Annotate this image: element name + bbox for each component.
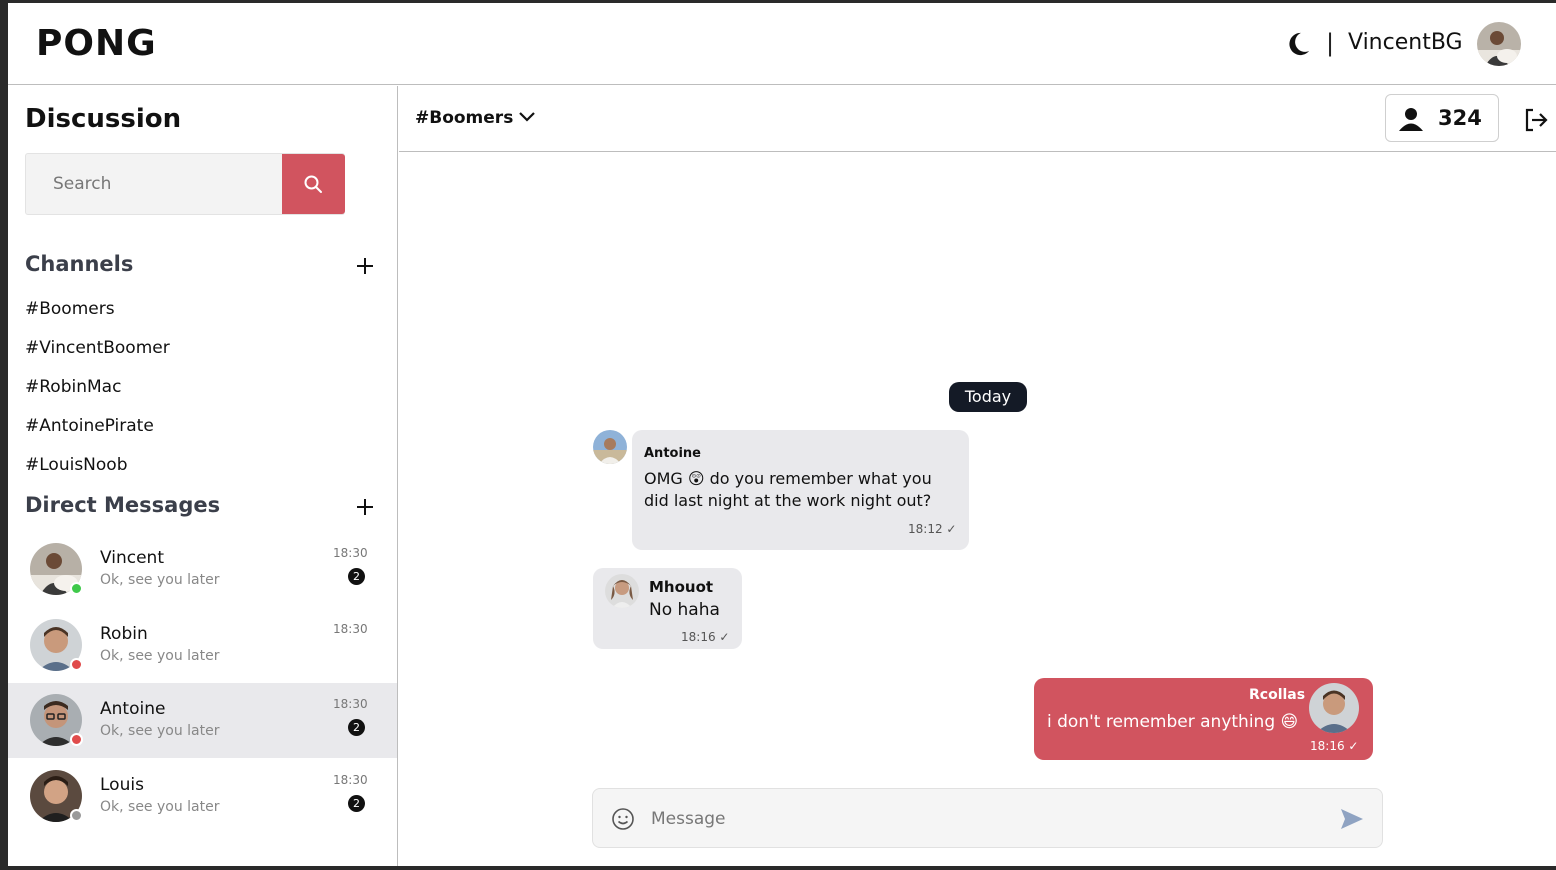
channel-boomers[interactable]: #Boomers	[25, 299, 115, 319]
current-channel-name[interactable]: #Boomers	[415, 108, 513, 128]
message-text-line: No haha	[649, 600, 720, 620]
channel-vincentboomer[interactable]: #VincentBoomer	[25, 338, 170, 358]
app-window: PONG | VincentBG Discussion Search Chann…	[8, 3, 1556, 866]
message-time: 18:16 ✓	[681, 630, 730, 644]
dm-time: 18:30	[333, 622, 368, 636]
status-busy-indicator	[70, 733, 83, 746]
dm-item-robin[interactable]: Robin Ok, see you later 18:30	[8, 608, 397, 683]
status-busy-indicator	[70, 658, 83, 671]
send-icon[interactable]	[1339, 807, 1365, 831]
dm-time: 18:30	[333, 773, 368, 787]
direct-messages-title: Direct Messages	[25, 493, 221, 517]
search-input[interactable]	[26, 154, 280, 214]
channel-louisnoob[interactable]: #LouisNoob	[25, 455, 127, 475]
message-composer	[592, 788, 1383, 848]
dm-time: 18:30	[333, 546, 368, 560]
message-text-line: did last night at the work night out?	[644, 491, 932, 510]
unread-badge: 2	[348, 719, 365, 736]
emoji-icon[interactable]	[611, 807, 635, 831]
channels-title: Channels	[25, 252, 134, 276]
message-bubble-own[interactable]: Rcollas i don't remember anything 😄 18:1…	[1034, 678, 1373, 760]
dm-name: Vincent	[100, 548, 164, 568]
dm-time: 18:30	[333, 697, 368, 711]
unread-badge: 2	[348, 795, 365, 812]
member-count-button[interactable]: 324	[1385, 94, 1499, 142]
top-bar: PONG | VincentBG	[8, 3, 1556, 85]
dm-name: Antoine	[100, 699, 166, 719]
search-button[interactable]	[282, 154, 345, 214]
add-dm-plus-icon[interactable]	[354, 496, 376, 518]
dm-last-message: Ok, see you later	[100, 723, 220, 739]
app-logo[interactable]: PONG	[36, 23, 157, 64]
channel-antoinepirate[interactable]: #AntoinePirate	[25, 416, 154, 436]
message-input[interactable]	[651, 801, 1311, 837]
logout-icon[interactable]	[1523, 107, 1549, 133]
search-icon	[304, 175, 322, 193]
sidebar-title: Discussion	[25, 104, 182, 134]
dm-item-antoine[interactable]: Antoine Ok, see you later 18:30 2	[8, 683, 397, 758]
status-online-indicator	[70, 582, 83, 595]
sidebar: Discussion Channels #Boomers #VincentBoo…	[8, 86, 398, 866]
message-time: 18:16 ✓	[1310, 739, 1359, 753]
message-author: Antoine	[644, 446, 701, 461]
chevron-down-icon[interactable]	[518, 110, 536, 124]
add-channel-plus-icon[interactable]	[354, 255, 376, 277]
unread-badge: 2	[348, 568, 365, 585]
message-author: Mhouot	[649, 578, 714, 596]
channel-robinmac[interactable]: #RobinMac	[25, 377, 121, 397]
message-bubble[interactable]: Mhouot No haha 18:16 ✓	[593, 568, 742, 649]
search-box	[25, 153, 345, 215]
dm-last-message: Ok, see you later	[100, 648, 220, 664]
dm-item-vincent[interactable]: Vincent Ok, see you later 18:30 2	[8, 532, 397, 607]
dm-last-message: Ok, see you later	[100, 799, 220, 815]
chat-header: #Boomers 324	[399, 86, 1556, 152]
dm-item-louis[interactable]: Louis Ok, see you later 18:30 2	[8, 759, 397, 834]
dm-last-message: Ok, see you later	[100, 572, 220, 588]
dm-name: Louis	[100, 775, 144, 795]
message-text-line: OMG 😲 do you remember what you	[644, 469, 932, 488]
message-author: Rcollas	[1249, 687, 1306, 703]
current-user-avatar[interactable]	[1477, 22, 1521, 66]
dm-name: Robin	[100, 624, 148, 644]
avatar[interactable]	[1309, 683, 1359, 733]
status-offline-indicator	[70, 809, 83, 822]
avatar[interactable]	[593, 430, 627, 464]
current-username: VincentBG	[1348, 30, 1463, 55]
message-text-line: i don't remember anything 😄	[1047, 712, 1299, 732]
message-time: 18:12 ✓	[908, 522, 957, 536]
member-count: 324	[1438, 106, 1482, 130]
message-bubble[interactable]: Antoine OMG 😲 do you remember what you d…	[632, 430, 969, 550]
date-divider: Today	[949, 382, 1027, 412]
avatar[interactable]	[605, 574, 639, 608]
user-icon	[1399, 108, 1423, 131]
header-separator: |	[1326, 29, 1335, 57]
moon-icon[interactable]	[1284, 30, 1312, 58]
